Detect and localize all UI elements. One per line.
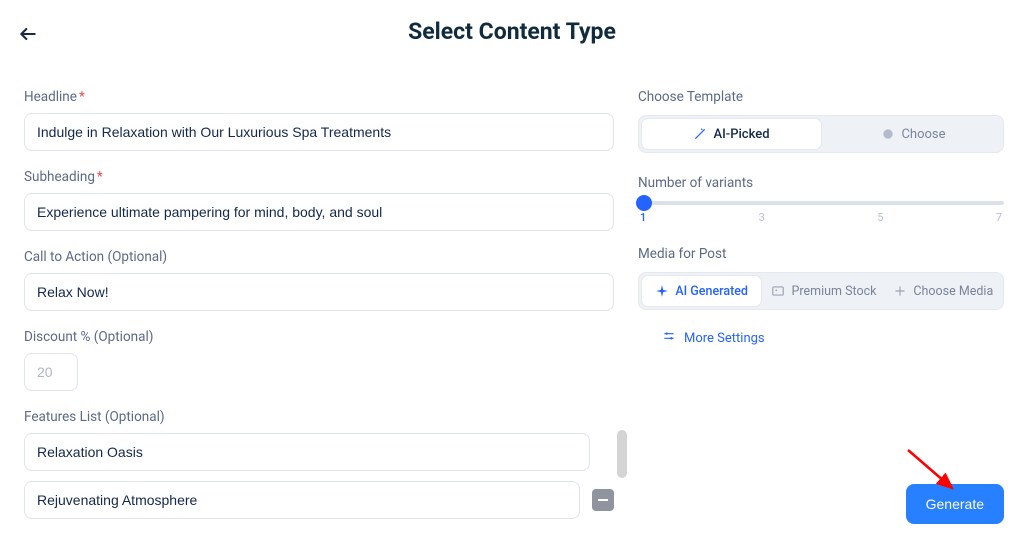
more-settings-link[interactable]: More Settings <box>638 329 765 347</box>
variants-label: Number of variants <box>638 175 1004 191</box>
discount-label: Discount % (Optional) <box>24 329 614 345</box>
headline-input[interactable] <box>24 113 614 151</box>
generate-button[interactable]: Generate <box>906 484 1004 524</box>
subheading-input[interactable] <box>24 193 614 231</box>
remove-feature-button[interactable] <box>592 489 614 511</box>
template-segmented: AI-Picked Choose <box>638 115 1004 153</box>
settings-column: Choose Template AI-Picked Choose Number … <box>638 89 1004 529</box>
sparkle-icon <box>655 284 669 298</box>
media-segmented: AI Generated Premium Stock Choose Media <box>638 272 1004 310</box>
sliders-icon <box>662 329 676 347</box>
wand-icon <box>693 127 707 141</box>
required-marker: * <box>79 89 85 105</box>
palette-icon <box>881 127 895 141</box>
template-option-ai-picked[interactable]: AI-Picked <box>641 118 822 150</box>
template-option-choose[interactable]: Choose <box>824 116 1003 152</box>
media-option-premium-stock[interactable]: Premium Stock <box>764 273 883 309</box>
required-marker: * <box>97 169 103 185</box>
template-label: Choose Template <box>638 89 1004 105</box>
variants-slider[interactable] <box>638 201 1004 205</box>
subheading-label: Subheading* <box>24 169 614 185</box>
slider-thumb[interactable] <box>636 195 652 211</box>
feature-input-1[interactable] <box>24 481 580 519</box>
slider-ticks: 1 3 5 7 <box>638 211 1004 224</box>
page-title: Select Content Type <box>0 0 1024 57</box>
image-icon <box>771 284 785 298</box>
media-option-choose-media[interactable]: Choose Media <box>884 273 1003 309</box>
form-column: Headline* Subheading* Call to Action (Op… <box>24 89 614 529</box>
media-option-ai-generated[interactable]: AI Generated <box>641 275 762 307</box>
features-scrollbar[interactable] <box>617 430 627 478</box>
back-button[interactable] <box>18 24 38 49</box>
cta-input[interactable] <box>24 273 614 311</box>
cta-label: Call to Action (Optional) <box>24 249 614 265</box>
features-label: Features List (Optional) <box>24 409 614 425</box>
plus-icon <box>893 284 907 298</box>
discount-input[interactable] <box>24 353 78 391</box>
feature-input-0[interactable] <box>24 433 590 471</box>
headline-label: Headline* <box>24 89 614 105</box>
media-label: Media for Post <box>638 246 1004 262</box>
